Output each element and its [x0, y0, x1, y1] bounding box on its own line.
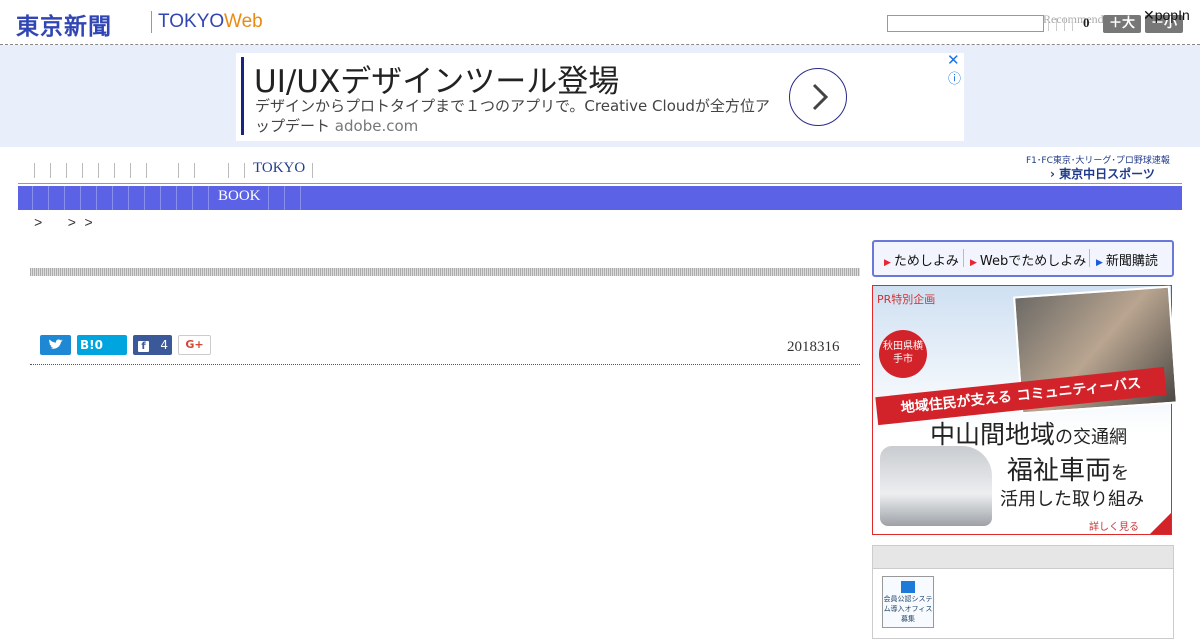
ad-domain: adobe.com — [334, 117, 419, 135]
pr-headline-1-main: 中山間地域 — [930, 420, 1056, 449]
facebook-share-count: 4 — [160, 338, 168, 352]
hatena-bookmark-label: B!0 — [80, 338, 103, 352]
ad-arrow-button[interactable] — [789, 68, 847, 126]
system-office-label: 会員公認システム導入オフィス募集 — [883, 595, 933, 623]
nav-item-tokyo[interactable]: TOKYO — [253, 160, 305, 177]
web-trial-reading-link[interactable]: ▶ Webでためしよみ — [970, 250, 1086, 269]
main-nav — [18, 160, 1182, 182]
facebook-share-button[interactable]: f 4 — [133, 335, 172, 355]
breadcrumb[interactable]: > > > — [34, 216, 93, 232]
triangle-right-icon: ▶ — [970, 258, 977, 268]
popin-close-button[interactable]: ✕popIn — [1143, 7, 1190, 24]
chevron-right-icon — [812, 83, 829, 111]
arrow-corner-icon — [1150, 513, 1171, 534]
ad-info-icon[interactable]: ⓘ — [948, 68, 961, 87]
triangle-right-icon: ▶ — [884, 258, 891, 268]
trial-reading-link[interactable]: ▶ ためしよみ — [884, 250, 959, 269]
hatena-bookmark-button[interactable]: B!0 — [77, 335, 127, 355]
logo-tokyo[interactable]: TOKYO — [158, 11, 224, 33]
van-image — [880, 446, 992, 526]
web-trial-reading-label: Webでためしよみ — [979, 254, 1087, 269]
nav-divider — [18, 183, 1182, 184]
search-input[interactable] — [887, 15, 1044, 32]
logo-web[interactable]: Web — [224, 11, 263, 33]
triangle-right-icon: ▶ — [1096, 258, 1103, 268]
trial-reading-label: ためしよみ — [893, 254, 959, 269]
google-plus-share-button[interactable]: G+ — [178, 335, 211, 355]
pr-special-label: PR特別企画 — [877, 293, 936, 306]
article-title-rule — [30, 268, 860, 276]
pr-headline-3: 活用した取り組み — [1000, 489, 1144, 510]
ad-description[interactable]: デザインからプロトタイプまで１つのアプリで。Creative Cloudが全方位… — [255, 96, 775, 136]
ad-accent-bar — [241, 57, 244, 135]
pr-headline-2: 福祉車両を — [1007, 450, 1129, 487]
twitter-icon — [49, 339, 63, 349]
site-logo[interactable]: 東京新聞 — [16, 7, 112, 41]
system-office-banner[interactable]: 会員公認システム導入オフィス募集 — [882, 576, 934, 628]
pr-location-badge: 秋田県横手市 — [879, 330, 927, 378]
font-large-button[interactable]: ＋大 — [1103, 15, 1141, 33]
recommend-count: 0 — [1083, 15, 1090, 30]
chevron-right-icon: › — [1050, 167, 1060, 181]
trial-reading-box: ▶ ためしよみ ▶ Webでためしよみ ▶ 新聞購読 — [872, 240, 1174, 277]
chunichi-sports-logo[interactable]: › 東京中日スポーツ — [1050, 165, 1155, 182]
facebook-icon: f — [138, 341, 149, 352]
article-divider — [30, 364, 860, 365]
pr-headline-1-sub: の交通網 — [1055, 427, 1128, 448]
subscribe-link[interactable]: ▶ 新聞購読 — [1096, 250, 1158, 269]
subscribe-label: 新聞購読 — [1105, 254, 1158, 269]
article-date: 2018316 — [787, 339, 840, 355]
header-bar-separators — [1048, 16, 1080, 35]
chunichi-sports-label: 東京中日スポーツ — [1059, 167, 1155, 181]
system-logo-icon — [901, 581, 915, 593]
ad-description-text: デザインからプロトタイプまで１つのアプリで。Creative Cloudが全方位… — [255, 97, 770, 135]
sidebar-box-header — [872, 545, 1174, 569]
category-nav — [18, 186, 1182, 210]
category-nav-book[interactable]: BOOK — [218, 188, 261, 205]
logo-divider — [151, 11, 152, 33]
pr-headline-2-sub: を — [1111, 463, 1130, 484]
twitter-share-button[interactable] — [40, 335, 71, 355]
pr-headline-2-main: 福祉車両 — [1007, 456, 1112, 486]
ad-close-icon[interactable]: ✕ — [947, 51, 960, 69]
pr-read-more-link[interactable]: 詳しく見る — [1089, 518, 1139, 533]
ad-title[interactable]: UI/UXデザインツール登場 — [254, 56, 619, 101]
